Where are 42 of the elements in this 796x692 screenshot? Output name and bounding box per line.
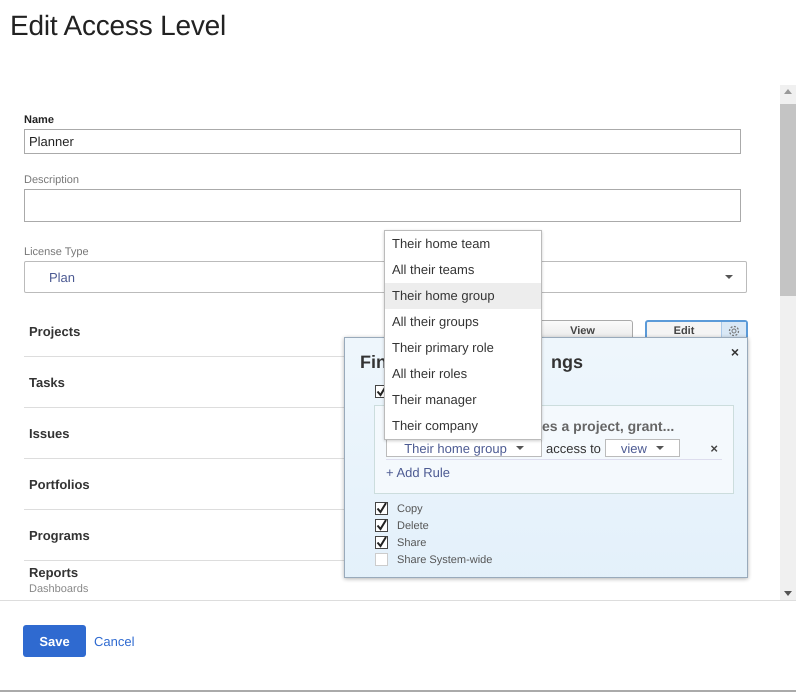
permission-label: Portfolios (29, 476, 90, 492)
option-label: Delete (397, 520, 429, 532)
permission-label: Tasks (29, 374, 65, 390)
page-title: Edit Access Level (9, 9, 228, 43)
checkbox[interactable] (375, 519, 388, 532)
checkbox[interactable] (375, 502, 388, 515)
option-label: Copy (397, 502, 423, 514)
field-label: Name (24, 114, 55, 126)
dropdown-item[interactable]: Their home group (385, 283, 541, 309)
popover-title: ngs (551, 352, 584, 374)
dropdown-item[interactable]: Their company (385, 413, 541, 439)
add-rule-link[interactable]: + Add Rule (386, 465, 450, 480)
dropdown-item[interactable]: Their home team (385, 231, 541, 257)
option-label: Share (397, 536, 426, 548)
rule-text: access to (546, 440, 601, 456)
dropdown-item[interactable]: All their roles (385, 361, 541, 387)
cancel-link[interactable]: Cancel (94, 634, 134, 648)
close-button[interactable]: × (730, 344, 739, 360)
description-field[interactable] (24, 189, 741, 222)
permission-label: Reports (29, 565, 80, 580)
caret-icon (725, 275, 733, 279)
field-label: Description (24, 174, 80, 186)
scroll-down-icon[interactable] (784, 591, 792, 596)
option-label: Share System-wide (397, 554, 492, 566)
subject-select[interactable]: Their home group (386, 439, 542, 457)
dropdown-item[interactable]: All their teams (385, 257, 541, 283)
permission-label: Programs (29, 528, 90, 542)
caret-icon (516, 446, 524, 450)
settings-icon[interactable] (727, 324, 741, 338)
scrollbar[interactable] (780, 85, 796, 600)
field-label: License Type (24, 246, 90, 258)
permission-label: Issues (29, 426, 70, 440)
checkbox[interactable] (375, 536, 388, 549)
rule-heading: es a project, grant... (542, 418, 674, 436)
permission-sublabel: Dashboards (29, 583, 88, 595)
caret-icon (656, 446, 664, 450)
name-field[interactable]: Planner (24, 129, 741, 154)
remove-rule-button[interactable]: × (710, 440, 722, 456)
permission-label: Projects (29, 324, 80, 338)
access-select[interactable]: view (604, 439, 680, 457)
save-button[interactable]: Save (23, 625, 86, 657)
dropdown-item[interactable]: Their manager (385, 387, 541, 413)
